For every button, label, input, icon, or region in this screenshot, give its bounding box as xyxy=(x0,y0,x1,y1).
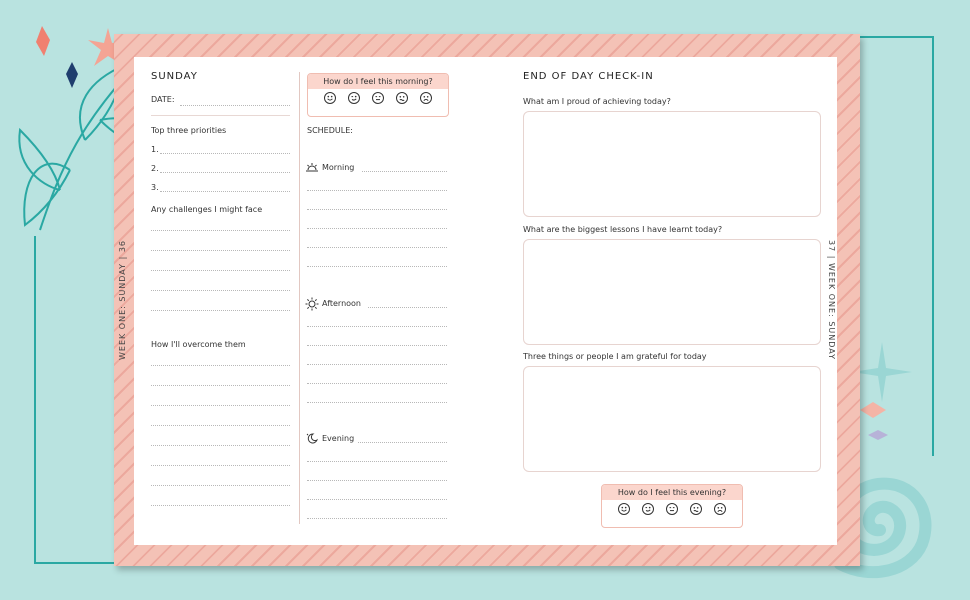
schedule-line xyxy=(307,190,447,191)
slot-evening: Evening xyxy=(322,434,355,443)
wink-face-icon[interactable] xyxy=(642,503,654,515)
evening-mood-prompt: How do I feel this evening? xyxy=(602,485,742,500)
morning-label-line xyxy=(362,171,447,172)
answer-box-proud[interactable] xyxy=(523,111,821,217)
challenge-line xyxy=(151,290,290,291)
morning-mood-box: How do I feel this morning? xyxy=(307,73,449,117)
schedule-line xyxy=(307,480,447,481)
overcome-line xyxy=(151,385,290,386)
date-line xyxy=(180,105,290,106)
frame-line-left-vertical xyxy=(34,236,36,564)
answer-box-lessons[interactable] xyxy=(523,239,821,345)
overcome-line xyxy=(151,445,290,446)
overcome-title: How I'll overcome them xyxy=(151,340,246,349)
column-divider xyxy=(299,72,300,524)
schedule-line xyxy=(307,326,447,327)
evening-mood-box: How do I feel this evening? xyxy=(601,484,743,528)
side-label-left: WEEK ONE: SUNDAY | 36 xyxy=(118,239,127,361)
frame-line-right-horizontal xyxy=(860,36,934,38)
overcome-line xyxy=(151,425,290,426)
schedule-line xyxy=(307,345,447,346)
slot-afternoon: Afternoon xyxy=(322,299,361,308)
schedule-line xyxy=(307,518,447,519)
worried-face-icon[interactable] xyxy=(396,92,408,104)
overcome-line xyxy=(151,405,290,406)
sunrise-icon xyxy=(306,163,318,172)
priority-1: 1. xyxy=(151,145,159,154)
sparkle-icon xyxy=(852,342,912,402)
schedule-label: SCHEDULE: xyxy=(307,126,353,135)
schedule-line xyxy=(307,402,447,403)
priority-2-line xyxy=(160,172,290,173)
slot-morning: Morning xyxy=(322,163,355,172)
challenge-line xyxy=(151,230,290,231)
diamond-deco xyxy=(860,402,888,440)
priority-3: 3. xyxy=(151,183,159,192)
sad-face-icon[interactable] xyxy=(420,92,432,104)
side-label-right: 37 | WEEK ONE: SUNDAY xyxy=(827,239,836,361)
evening-mood-faces xyxy=(602,500,742,515)
worried-face-icon[interactable] xyxy=(690,503,702,515)
overcome-line xyxy=(151,365,290,366)
overcome-line xyxy=(151,485,290,486)
challenge-line xyxy=(151,270,290,271)
priority-3-line xyxy=(160,191,290,192)
date-label: DATE: xyxy=(151,95,175,104)
priority-1-line xyxy=(160,153,290,154)
day-title: SUNDAY xyxy=(151,71,198,82)
schedule-line xyxy=(307,209,447,210)
overcome-line xyxy=(151,505,290,506)
happy-face-icon[interactable] xyxy=(618,503,630,515)
afternoon-label-line xyxy=(368,307,447,308)
schedule-line xyxy=(307,228,447,229)
schedule-line xyxy=(307,499,447,500)
sad-face-icon[interactable] xyxy=(714,503,726,515)
challenge-line xyxy=(151,310,290,311)
priorities-title: Top three priorities xyxy=(151,126,227,135)
schedule-line xyxy=(307,364,447,365)
challenge-line xyxy=(151,250,290,251)
neutral-face-icon[interactable] xyxy=(666,503,678,515)
question-lessons: What are the biggest lessons I have lear… xyxy=(523,225,723,234)
neutral-face-icon[interactable] xyxy=(372,92,384,104)
checkin-title: END OF DAY CHECK-IN xyxy=(523,71,654,82)
question-proud: What am I proud of achieving today? xyxy=(523,97,671,106)
date-underline xyxy=(151,115,290,116)
priority-2: 2. xyxy=(151,164,159,173)
challenges-title: Any challenges I might face xyxy=(151,205,263,214)
question-grateful: Three things or people I am grateful for… xyxy=(523,352,707,361)
frame-line-left-horizontal xyxy=(34,562,118,564)
morning-mood-faces xyxy=(308,89,448,104)
evening-label-line xyxy=(358,442,447,443)
morning-mood-prompt: How do I feel this morning? xyxy=(308,74,448,89)
schedule-line xyxy=(307,266,447,267)
sun-icon xyxy=(305,297,319,311)
schedule-line xyxy=(307,383,447,384)
moon-icon xyxy=(306,433,318,444)
wink-face-icon[interactable] xyxy=(348,92,360,104)
answer-box-grateful[interactable] xyxy=(523,366,821,472)
overcome-line xyxy=(151,465,290,466)
happy-face-icon[interactable] xyxy=(324,92,336,104)
frame-line-right-vertical xyxy=(932,36,934,456)
schedule-line xyxy=(307,461,447,462)
schedule-line xyxy=(307,247,447,248)
